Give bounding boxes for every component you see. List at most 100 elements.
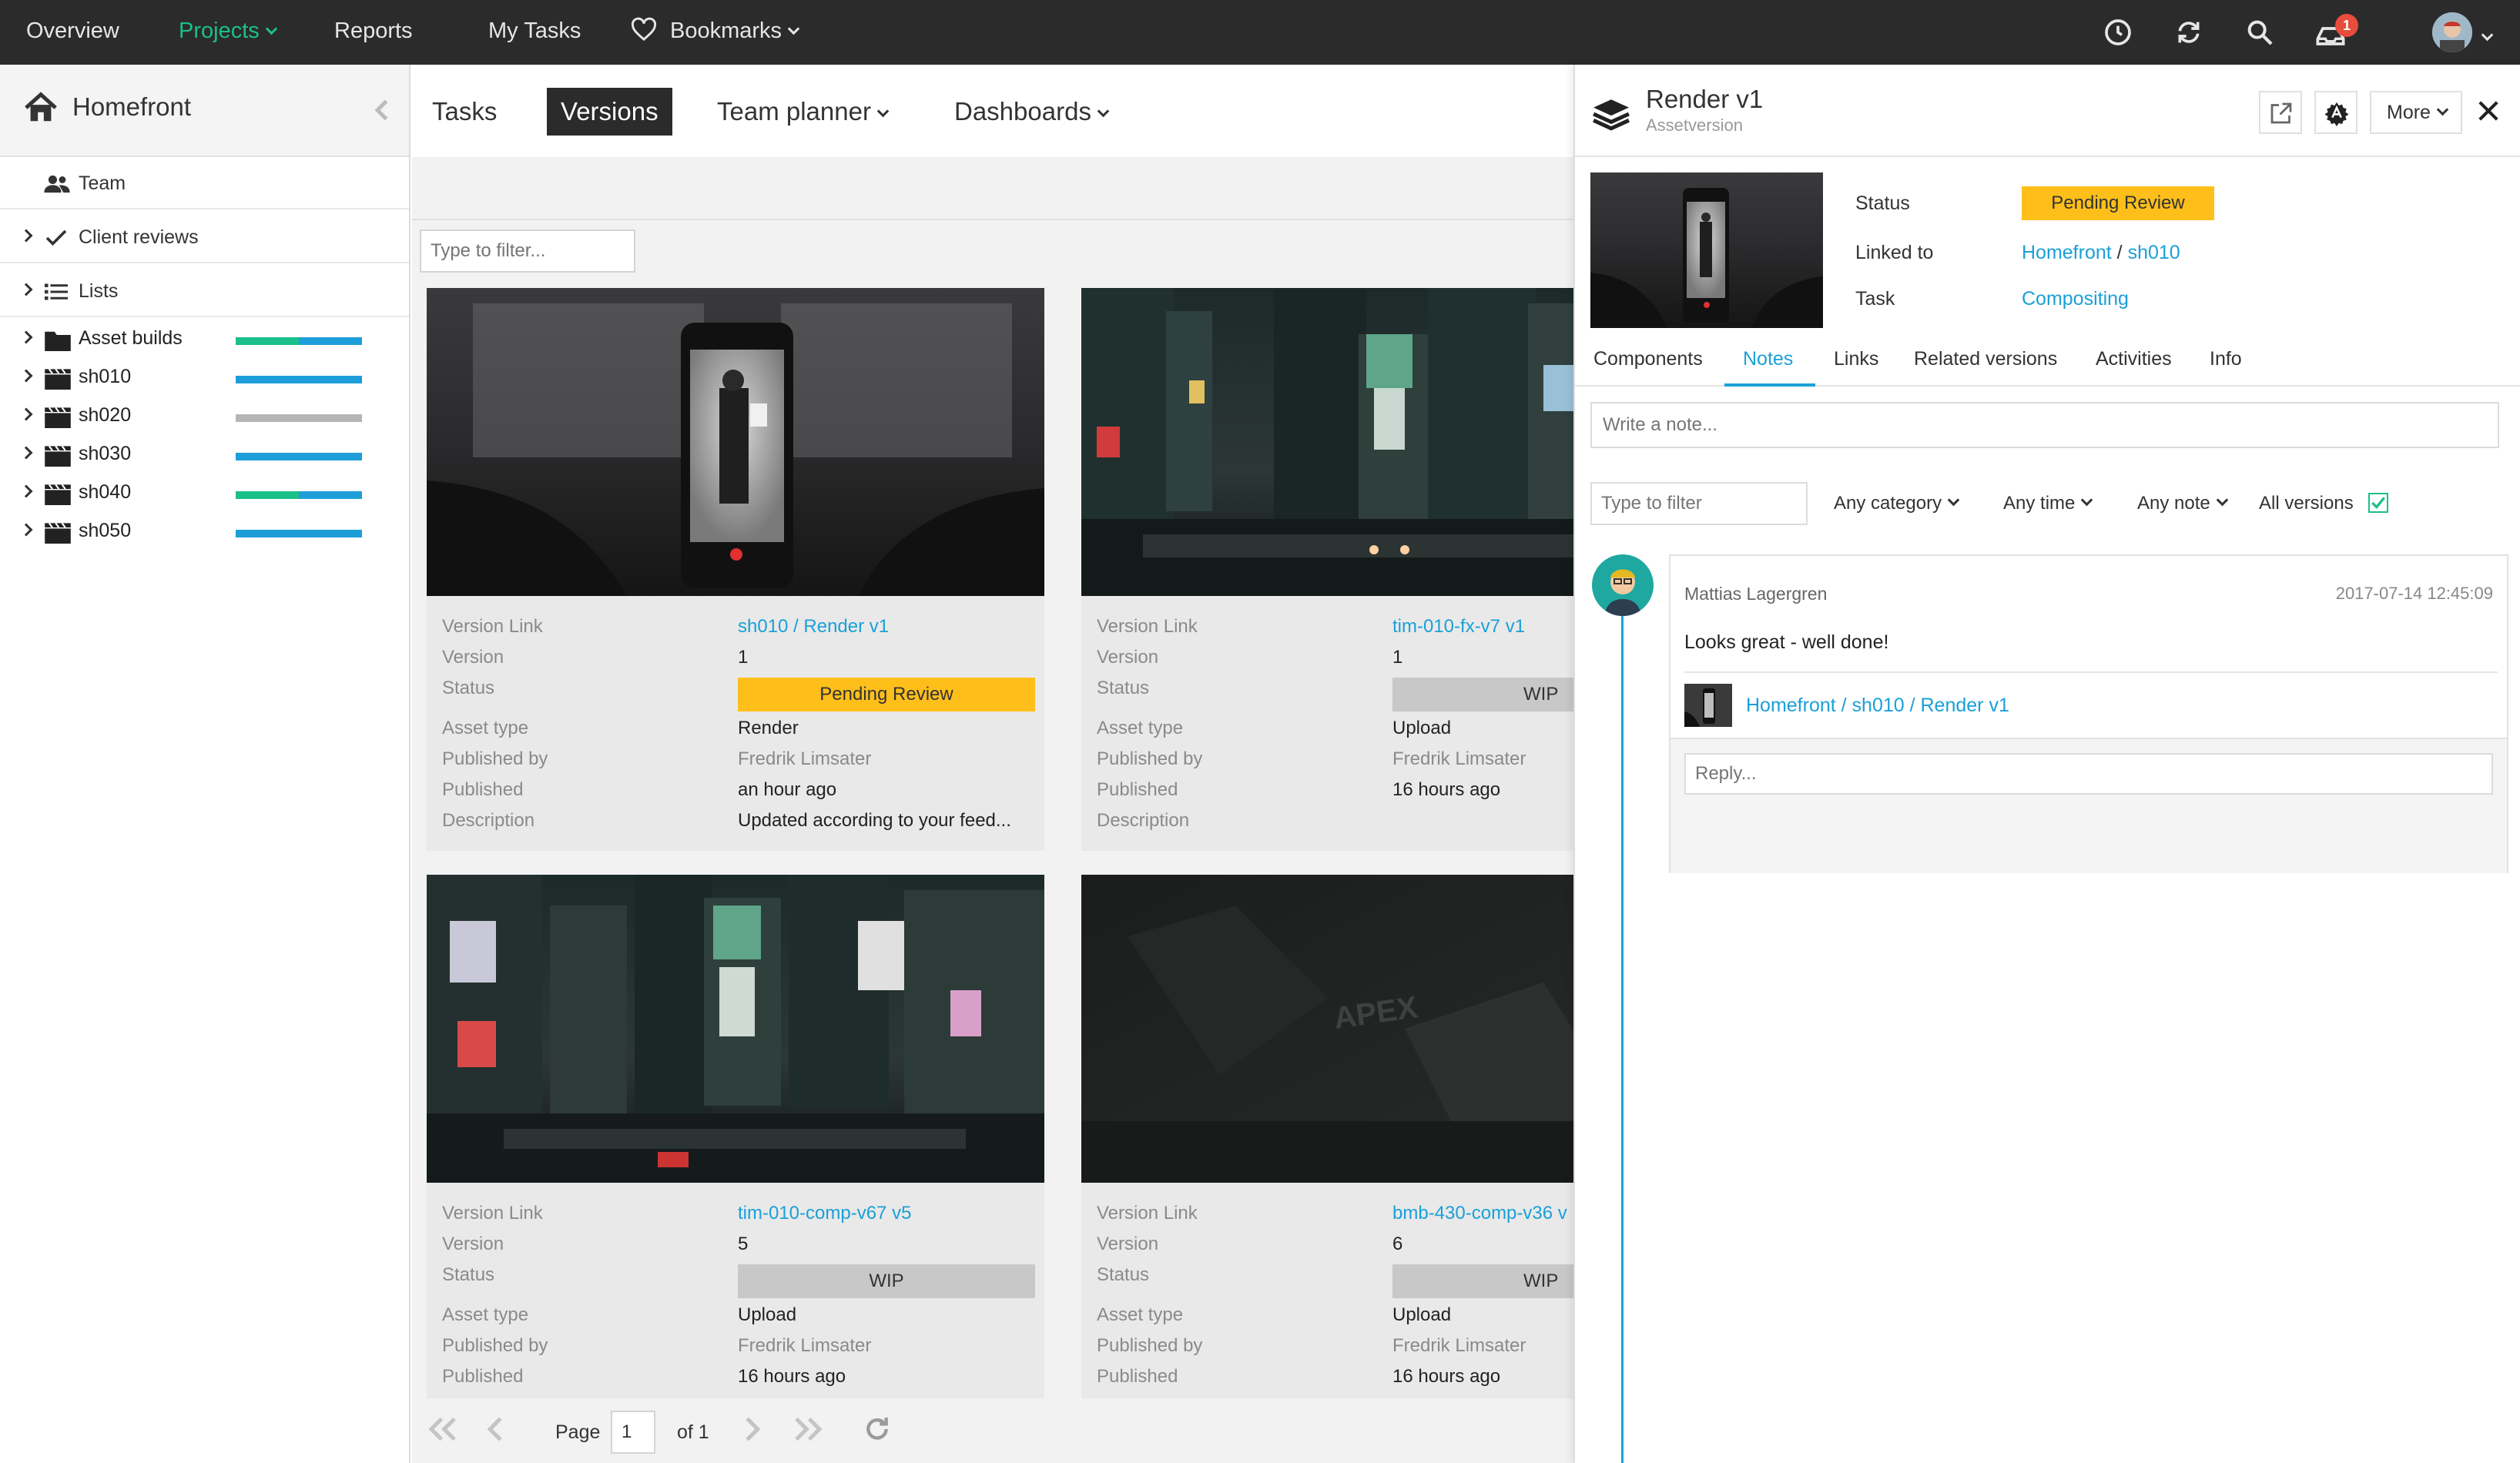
note-type-dropdown[interactable]: Any note: [2137, 493, 2229, 514]
versions-filter-input[interactable]: [420, 229, 635, 273]
chevron-down-icon: [2216, 494, 2229, 507]
linked-version-thumbnail[interactable]: [1684, 684, 1732, 727]
user-avatar-icon: [2432, 12, 2472, 52]
tab-team-planner[interactable]: Team planner: [703, 88, 901, 136]
chevron-right-icon[interactable]: [19, 369, 33, 383]
prev-page-icon[interactable]: [486, 1415, 504, 1443]
collapse-sidebar-icon[interactable]: [373, 99, 390, 122]
status-badge[interactable]: WIP: [1392, 678, 1574, 711]
version-link[interactable]: sh010 / Render v1: [738, 616, 889, 638]
refresh-icon[interactable]: [862, 1414, 893, 1445]
nav-my-tasks[interactable]: My Tasks: [488, 0, 581, 65]
clock-icon[interactable]: [2103, 17, 2133, 48]
close-icon[interactable]: [2476, 99, 2501, 123]
tree-item-sh010[interactable]: sh010: [0, 359, 409, 397]
chevron-right-icon[interactable]: [19, 446, 33, 460]
chevron-down-icon[interactable]: [2481, 28, 2494, 42]
tab-links[interactable]: Links: [1834, 348, 1878, 370]
all-versions-checkbox[interactable]: [2368, 493, 2388, 513]
notification-badge: 1: [2335, 14, 2358, 37]
notes-filter-input[interactable]: [1590, 482, 1808, 525]
chevron-down-icon: [2081, 494, 2093, 507]
last-page-icon[interactable]: [793, 1415, 823, 1443]
chevron-down-icon: [2436, 103, 2449, 116]
link-shot[interactable]: sh010: [2128, 242, 2180, 263]
next-page-icon[interactable]: [743, 1415, 762, 1443]
reply-area: [1671, 738, 2507, 873]
tab-notes[interactable]: Notes: [1743, 348, 1793, 370]
chevron-down-icon: [876, 105, 890, 118]
nav-projects[interactable]: Projects: [179, 0, 278, 65]
write-note-input[interactable]: [1590, 402, 2499, 448]
project-sidebar: Homefront Team Client reviews Lists Asse…: [0, 65, 411, 1463]
nav-bookmarks[interactable]: Bookmarks: [630, 0, 800, 65]
tab-components[interactable]: Components: [1593, 348, 1703, 370]
list-icon: [45, 283, 68, 300]
sync-icon[interactable]: [2173, 17, 2204, 48]
clapper-icon: [45, 445, 71, 467]
version-card[interactable]: Version Link tim-010-fx-v7 v1 Version 1 …: [1081, 288, 1574, 851]
version-card[interactable]: APEX Version Link bmb-430-comp-v36 v Ver…: [1081, 875, 1574, 1398]
tab-tasks[interactable]: Tasks: [418, 88, 511, 136]
page-number-input[interactable]: [611, 1411, 655, 1454]
tree-item-sh040[interactable]: sh040: [0, 474, 409, 513]
sidebar-item-team[interactable]: Team: [0, 157, 409, 209]
note-version-link[interactable]: Homefront / sh010 / Render v1: [1746, 695, 2009, 717]
tab-activities[interactable]: Activities: [2096, 348, 2172, 370]
version-thumbnail[interactable]: [1081, 288, 1574, 596]
chevron-right-icon[interactable]: [19, 484, 33, 498]
reply-input[interactable]: [1684, 753, 2493, 795]
sidebar-header: Homefront: [0, 65, 409, 157]
chevron-right-icon[interactable]: [19, 229, 33, 243]
status-badge[interactable]: Pending Review: [2022, 186, 2214, 220]
task-link[interactable]: Compositing: [2022, 288, 2129, 310]
nav-reports[interactable]: Reports: [334, 0, 413, 65]
search-icon[interactable]: [2244, 17, 2275, 48]
open-external-button[interactable]: [2259, 91, 2302, 134]
version-thumbnail[interactable]: [427, 288, 1044, 596]
chevron-right-icon[interactable]: [19, 330, 33, 344]
tab-info[interactable]: Info: [2210, 348, 2242, 370]
panel-title: Render v1: [1646, 85, 1764, 113]
project-title[interactable]: Homefront: [72, 92, 191, 122]
home-icon[interactable]: [23, 91, 59, 125]
tree-item-sh030[interactable]: sh030: [0, 436, 409, 474]
chevron-right-icon[interactable]: [19, 523, 33, 537]
chevron-down-icon: [265, 22, 278, 35]
sidebar-item-client-reviews[interactable]: Client reviews: [0, 211, 409, 263]
check-icon: [2371, 497, 2385, 509]
link-project[interactable]: Homefront: [2022, 242, 2112, 263]
version-card[interactable]: Version Link tim-010-comp-v67 v5 Version…: [427, 875, 1044, 1398]
version-thumbnail[interactable]: [427, 875, 1044, 1183]
version-thumbnail[interactable]: APEX: [1081, 875, 1574, 1183]
tab-versions[interactable]: Versions: [547, 88, 672, 136]
tab-related-versions[interactable]: Related versions: [1914, 348, 2057, 370]
version-link[interactable]: bmb-430-comp-v36 v: [1392, 1203, 1567, 1224]
status-badge[interactable]: WIP: [1392, 1264, 1574, 1298]
chevron-right-icon[interactable]: [19, 283, 33, 296]
note-author: Mattias Lagergren: [1684, 584, 1828, 604]
version-card[interactable]: Version Link sh010 / Render v1 Version 1…: [427, 288, 1044, 851]
tree-item-sh020[interactable]: sh020: [0, 397, 409, 436]
sidebar-item-lists[interactable]: Lists: [0, 265, 409, 317]
status-badge[interactable]: Pending Review: [738, 678, 1035, 711]
tree-item-sh050[interactable]: sh050: [0, 513, 409, 551]
tree-item-asset-builds[interactable]: Asset builds: [0, 320, 409, 359]
more-button[interactable]: More: [2370, 91, 2462, 134]
panel-subtitle: Assetversion: [1646, 116, 1743, 135]
version-link[interactable]: tim-010-comp-v67 v5: [738, 1203, 911, 1224]
nav-overview[interactable]: Overview: [26, 0, 119, 65]
layers-icon: [1593, 99, 1630, 131]
top-navigation-bar: Overview Projects Reports My Tasks Bookm…: [0, 0, 2520, 65]
version-thumbnail[interactable]: [1590, 172, 1823, 328]
version-link[interactable]: tim-010-fx-v7 v1: [1392, 616, 1525, 638]
time-dropdown[interactable]: Any time: [2003, 493, 2093, 514]
category-dropdown[interactable]: Any category: [1834, 493, 1960, 514]
status-badge[interactable]: WIP: [738, 1264, 1035, 1298]
first-page-icon[interactable]: [427, 1415, 458, 1443]
chevron-right-icon[interactable]: [19, 407, 33, 421]
actions-button[interactable]: [2314, 91, 2357, 134]
avatar[interactable]: [2432, 12, 2472, 52]
version-detail-panel: Render v1 Assetversion More Status Pendi…: [1573, 65, 2520, 1463]
tab-dashboards[interactable]: Dashboards: [940, 88, 1121, 136]
